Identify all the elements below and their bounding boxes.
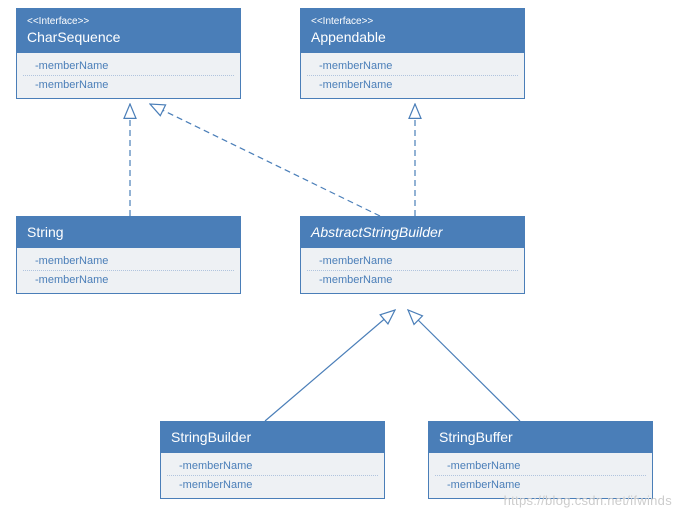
class-member: -memberName — [167, 457, 378, 476]
class-header: <<Interface>> Appendable — [301, 9, 524, 53]
edge-stringbuffer-asb — [408, 310, 520, 421]
class-header: String — [17, 217, 240, 248]
class-member: -memberName — [307, 76, 518, 94]
class-abstractstringbuilder: AbstractStringBuilder -memberName -membe… — [300, 216, 525, 294]
class-appendable: <<Interface>> Appendable -memberName -me… — [300, 8, 525, 99]
class-member: -memberName — [307, 252, 518, 271]
class-name-label: String — [27, 224, 64, 240]
class-name-label: CharSequence — [27, 29, 120, 45]
class-body: -memberName -memberName — [301, 248, 524, 293]
class-body: -memberName -memberName — [429, 453, 652, 498]
class-name-label: StringBuilder — [171, 429, 251, 445]
class-header: StringBuffer — [429, 422, 652, 453]
stereotype-label: <<Interface>> — [27, 15, 230, 28]
class-name-label: AbstractStringBuilder — [311, 224, 443, 240]
class-stringbuilder: StringBuilder -memberName -memberName — [160, 421, 385, 499]
class-body: -memberName -memberName — [17, 248, 240, 293]
class-body: -memberName -memberName — [17, 53, 240, 98]
class-member: -memberName — [23, 57, 234, 76]
class-stringbuffer: StringBuffer -memberName -memberName — [428, 421, 653, 499]
class-member: -memberName — [307, 57, 518, 76]
class-name-label: Appendable — [311, 29, 386, 45]
class-member: -memberName — [435, 476, 646, 494]
edge-stringbuilder-asb — [265, 310, 395, 421]
stereotype-label: <<Interface>> — [311, 15, 514, 28]
class-body: -memberName -memberName — [301, 53, 524, 98]
class-member: -memberName — [307, 271, 518, 289]
class-name-label: StringBuffer — [439, 429, 513, 445]
class-header: StringBuilder — [161, 422, 384, 453]
class-body: -memberName -memberName — [161, 453, 384, 498]
edge-asb-charsequence — [150, 104, 380, 216]
class-member: -memberName — [435, 457, 646, 476]
class-member: -memberName — [23, 271, 234, 289]
class-header: AbstractStringBuilder — [301, 217, 524, 248]
class-charsequence: <<Interface>> CharSequence -memberName -… — [16, 8, 241, 99]
class-header: <<Interface>> CharSequence — [17, 9, 240, 53]
class-member: -memberName — [23, 76, 234, 94]
class-member: -memberName — [167, 476, 378, 494]
class-string: String -memberName -memberName — [16, 216, 241, 294]
watermark-text: https://blog.csdn.net/ifwinds — [504, 493, 672, 508]
class-member: -memberName — [23, 252, 234, 271]
